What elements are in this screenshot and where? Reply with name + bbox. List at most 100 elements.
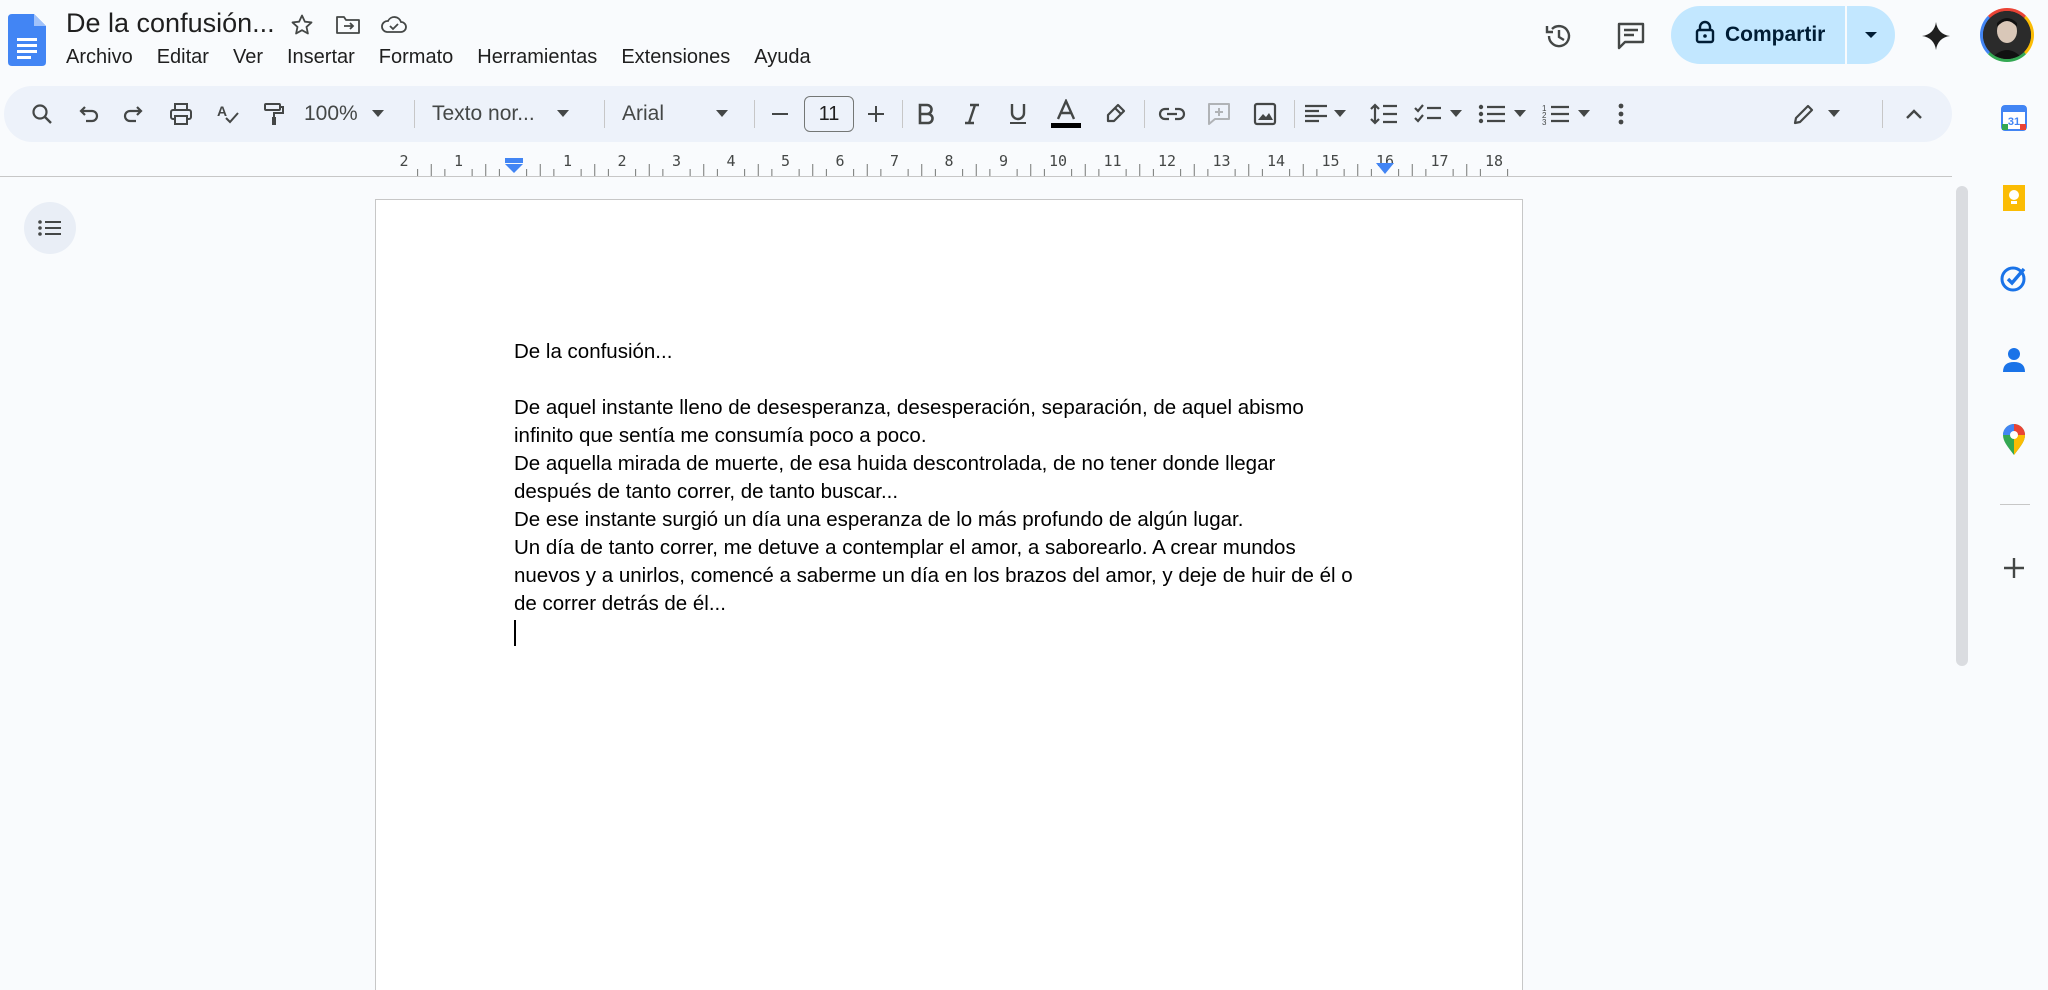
share-dropdown-button[interactable]	[1847, 6, 1895, 64]
docs-logo-icon[interactable]	[8, 14, 46, 66]
paint-format-icon[interactable]	[256, 92, 292, 136]
increase-font-size-button[interactable]	[860, 92, 892, 136]
insert-link-icon[interactable]	[1152, 92, 1192, 136]
tasks-icon[interactable]	[1996, 260, 2032, 296]
ruler-number: 6	[835, 152, 845, 170]
lock-icon	[1695, 20, 1715, 50]
cloud-saved-icon[interactable]	[379, 10, 409, 40]
underline-icon[interactable]	[1000, 92, 1036, 136]
doc-line: De aquella mirada de muerte, de esa huid…	[514, 452, 1276, 475]
menu-extensiones[interactable]: Extensiones	[621, 44, 742, 71]
svg-text:3: 3	[1542, 118, 1547, 125]
align-select[interactable]	[1304, 92, 1354, 136]
contacts-icon[interactable]	[1996, 342, 2032, 378]
ruler-number: 9	[998, 152, 1009, 170]
undo-icon[interactable]	[70, 92, 106, 136]
keep-icon[interactable]	[1996, 180, 2032, 216]
doc-line	[514, 366, 1394, 394]
checklist-icon	[1414, 104, 1441, 123]
share-button[interactable]: Compartir	[1671, 6, 1845, 64]
star-icon[interactable]	[287, 10, 317, 40]
svg-text:A: A	[217, 103, 227, 119]
document-page[interactable]: De la confusión... De aquel instante lle…	[375, 199, 1523, 990]
font-size-input[interactable]: 11	[804, 96, 854, 132]
numbered-list-icon: 123	[1542, 104, 1569, 125]
avatar[interactable]	[1980, 8, 2034, 62]
get-addons-plus-icon[interactable]	[1996, 550, 2032, 586]
document-title[interactable]: De la confusión...	[66, 8, 275, 39]
menu-editar[interactable]: Editar	[157, 44, 221, 71]
side-panel: 31	[1982, 90, 2048, 990]
menu-archivo[interactable]: Archivo	[66, 44, 145, 71]
font-select[interactable]: Arial	[622, 92, 740, 136]
ruler-number: 1	[562, 152, 573, 170]
bold-icon[interactable]	[908, 92, 944, 136]
text-cursor	[514, 619, 516, 646]
line-spacing-icon[interactable]	[1366, 92, 1402, 136]
bulleted-list-select[interactable]	[1478, 92, 1532, 136]
redo-icon[interactable]	[116, 92, 152, 136]
insert-image-icon[interactable]	[1246, 92, 1284, 136]
checklist-select[interactable]	[1414, 92, 1468, 136]
maps-icon[interactable]	[1996, 422, 2032, 458]
menu-formato[interactable]: Formato	[379, 44, 465, 71]
move-to-folder-icon[interactable]	[333, 10, 363, 40]
minus-icon	[772, 113, 788, 115]
numbered-list-select[interactable]: 123	[1542, 92, 1596, 136]
more-options-icon[interactable]	[1606, 92, 1636, 136]
ruler-number: 4	[726, 152, 736, 170]
version-history-icon[interactable]	[1537, 14, 1581, 58]
pencil-icon	[1793, 104, 1814, 125]
toolbar-divider	[414, 100, 415, 128]
ruler-number: 12	[1157, 152, 1177, 170]
calendar-icon[interactable]: 31	[1996, 100, 2032, 136]
toolbar-divider	[902, 100, 903, 128]
italic-icon[interactable]	[954, 92, 990, 136]
zoom-select[interactable]: 100%	[304, 92, 404, 136]
paragraph-style-select[interactable]: Texto nor...	[432, 92, 592, 136]
doc-line: infinito que sentía me consumía poco a p…	[514, 424, 927, 447]
menu-ayuda[interactable]: Ayuda	[754, 44, 822, 71]
hide-menus-chevron-up-icon[interactable]	[1896, 92, 1932, 136]
gemini-icon[interactable]	[1914, 14, 1958, 58]
document-body[interactable]: De la confusión... De aquel instante lle…	[514, 338, 1394, 646]
caret-down-icon	[1334, 110, 1346, 117]
caret-down-icon	[371, 110, 384, 117]
spellcheck-icon[interactable]: A	[210, 92, 246, 136]
plus-icon	[868, 106, 884, 122]
comments-icon[interactable]	[1609, 14, 1653, 58]
decrease-font-size-button[interactable]	[764, 92, 796, 136]
text-color-icon[interactable]	[1046, 92, 1086, 136]
caret-down-icon	[1578, 110, 1590, 117]
ruler[interactable]: 2 1 1 2 3 4 5 6 7 8 9 10 11 12 13 14 15 16 17 18	[375, 150, 1523, 178]
ruler-number: 13	[1212, 152, 1231, 170]
caret-down-icon	[1450, 110, 1462, 117]
menu-herramientas[interactable]: Herramientas	[477, 44, 609, 71]
caret-down-icon	[1514, 110, 1526, 117]
share-label: Compartir	[1725, 23, 1826, 46]
doc-line: De aquel instante lleno de desesperanza,…	[514, 396, 1304, 419]
doc-line: Un día de tanto correr, me detuve a cont…	[514, 536, 1296, 559]
print-icon[interactable]	[162, 92, 200, 136]
top-bar: De la confusión... Archivo Editar Ver In…	[0, 0, 2034, 84]
editing-mode-select[interactable]	[1792, 92, 1858, 136]
add-comment-icon[interactable]	[1200, 92, 1238, 136]
ruler-number: 3	[671, 152, 682, 170]
ruler-number: 14	[1266, 152, 1286, 170]
formatting-toolbar: A 100% Texto nor... Arial 11 1 2 3	[4, 86, 1952, 142]
toolbar-divider	[1882, 100, 1883, 128]
doc-line: después de tanto correr, de tanto buscar…	[514, 480, 899, 503]
menu-ver[interactable]: Ver	[233, 44, 275, 71]
ruler-number: 15	[1321, 152, 1340, 170]
document-outline-button[interactable]	[24, 202, 76, 254]
ruler-number: 7	[889, 152, 900, 170]
menu-insertar[interactable]: Insertar	[287, 44, 367, 71]
toolbar-divider	[1294, 100, 1295, 128]
highlight-color-icon[interactable]	[1096, 92, 1134, 136]
doc-line: de correr detrás de él...	[514, 592, 726, 615]
search-menus-icon[interactable]	[24, 92, 60, 136]
ruler-number: 10	[1048, 152, 1068, 170]
right-indent-marker[interactable]	[1376, 162, 1394, 180]
vertical-scrollbar[interactable]	[1956, 186, 1968, 666]
left-indent-marker[interactable]	[504, 158, 524, 179]
